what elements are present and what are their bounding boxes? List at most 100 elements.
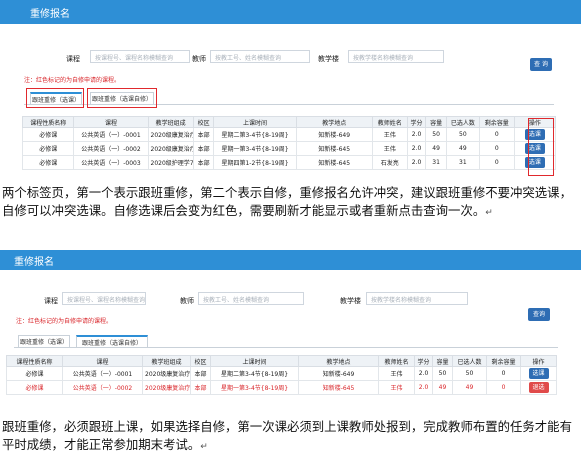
building-search-input[interactable]: 按教学楼名称模糊查询 (348, 50, 444, 63)
teacher-search-input[interactable]: 按教工号、姓名模糊查询 (198, 292, 304, 305)
table-cell: 公共英语（一）-0002 (73, 141, 149, 156)
column-header: 容量 (425, 116, 447, 128)
table-cell: 公共英语（一）-0002 (62, 380, 143, 395)
table-cell: 知新楼-645 (295, 155, 373, 170)
table-cell: 50 (445, 127, 480, 142)
course-label: 课程 (44, 297, 58, 305)
page-title: 重修报名 (30, 9, 70, 20)
teacher-label: 教师 (180, 297, 194, 305)
table-cell: 2020级康复治疗 (142, 366, 191, 381)
table-cell: 31 (425, 155, 447, 170)
table-cell: 2.0 (414, 366, 433, 381)
table-cell: 星期四第1-2节{8-19周} (213, 155, 297, 170)
table-row: 必修课 公共英语（一）-0002 2020级康复治疗 本部 星期一第3-4节{8… (21, 141, 557, 156)
action-cell: 选课 (520, 366, 557, 381)
column-header: 课程 (62, 355, 143, 367)
column-header: 剩余容量 (478, 116, 515, 128)
column-header: 教师姓名 (371, 116, 408, 128)
table-cell: 必修课 (6, 366, 63, 381)
tab-follow-class[interactable]: 跟班重修（选课） (18, 335, 70, 348)
column-header: 剩余容量 (486, 355, 521, 367)
return-mark-icon: ↵ (200, 442, 208, 452)
tab-follow-class-self-study[interactable]: 跟班重修（选课自修） (76, 335, 148, 348)
table-cell: 0 (478, 127, 515, 142)
table-cell: 必修课 (21, 141, 75, 156)
table-cell: 2.0 (406, 127, 427, 142)
return-mark-icon: ↵ (485, 208, 493, 218)
building-search-input[interactable]: 按教学楼名称模糊查询 (366, 292, 468, 305)
explanation-paragraph-2: 跟班重修，必须跟班上课，如果选择自修，第一次课必须到上课教师处报到，完成教师布置… (2, 418, 580, 456)
column-header: 已选人数 (445, 116, 480, 128)
title-bar: 重修报名 (0, 250, 581, 270)
table-cell: 知新楼-645 (298, 380, 379, 395)
table-cell: 49 (445, 141, 480, 156)
table-cell: 必修课 (21, 155, 75, 170)
action-cell: 退选 (520, 380, 557, 395)
table-cell: 必修课 (6, 380, 63, 395)
table-cell: 50 (425, 127, 447, 142)
table-cell: 星期二第3-4节{8-19周} (213, 127, 297, 142)
screenshot-1: 重修报名 课程 按课程号、课程名称模糊查询 教师 按教工号、姓名模糊查询 教学楼… (0, 0, 581, 180)
table-cell: 王伟 (378, 380, 415, 395)
table-cell: 31 (445, 155, 480, 170)
table-cell: 0 (486, 366, 521, 381)
select-course-button[interactable]: 选课 (528, 368, 549, 379)
table-cell: 50 (432, 366, 453, 381)
table-cell: 49 (425, 141, 447, 156)
highlight-action-column (528, 118, 554, 176)
course-search-input[interactable]: 按课程号、课程名称模糊查询 (90, 50, 190, 63)
table-cell: 50 (452, 366, 487, 381)
table-cell: 0 (478, 155, 515, 170)
table-cell: 王伟 (378, 366, 415, 381)
course-search-input[interactable]: 按课程号、课程名称模糊查询 (62, 292, 146, 305)
table-cell: 本部 (190, 366, 211, 381)
table-cell: 石发亮 (371, 155, 408, 170)
table-cell: 2.0 (406, 141, 427, 156)
table-cell: 公共英语（一）-0003 (73, 155, 149, 170)
column-header: 课程 (73, 116, 149, 128)
column-header: 容量 (432, 355, 453, 367)
red-note: 注：红色标记的为自修申请的课程。 (24, 77, 121, 84)
table-cell: 王伟 (371, 141, 408, 156)
table-cell: 2020级护理学7 (147, 155, 194, 170)
table-cell: 知新楼-649 (295, 127, 373, 142)
column-header: 上课时间 (210, 355, 299, 367)
column-header: 教学班组成 (147, 116, 194, 128)
teacher-label: 教师 (192, 55, 206, 63)
column-header: 教学班组成 (142, 355, 191, 367)
column-header: 学分 (414, 355, 433, 367)
column-header: 上课时间 (213, 116, 297, 128)
table-cell: 必修课 (21, 127, 75, 142)
table-cell: 49 (432, 380, 453, 395)
table-cell: 公共英语（一）-0001 (62, 366, 143, 381)
page-title: 重修报名 (14, 257, 54, 268)
table-row: 必修课 公共英语（一）-0001 2020级康复治疗 本部 星期二第3-4节{8… (6, 366, 557, 381)
table-row: 必修课 公共英语（一）-0001 2020级康复治疗 本部 星期二第3-4节{8… (21, 127, 557, 142)
drop-course-button[interactable]: 退选 (528, 382, 549, 393)
table-row-self-study: 必修课 公共英语（一）-0002 2020级康复治疗 本部 星期一第3-4节{8… (6, 380, 557, 395)
highlight-tab-2 (87, 88, 157, 108)
table-cell: 本部 (192, 127, 215, 142)
title-bar: 重修报名 (0, 0, 581, 24)
query-button[interactable]: 查询 (528, 308, 550, 321)
course-label: 课程 (66, 55, 80, 63)
table-cell: 2.0 (414, 380, 433, 395)
table-cell: 星期二第3-4节{8-19周} (210, 366, 299, 381)
table-row: 必修课 公共英语（一）-0003 2020级护理学7 本部 星期四第1-2节{8… (21, 155, 557, 170)
column-header: 校区 (192, 116, 215, 128)
query-button[interactable]: 查 询 (530, 58, 552, 71)
table-cell: 王伟 (371, 127, 408, 142)
table-cell: 49 (452, 380, 487, 395)
column-header: 学分 (406, 116, 427, 128)
column-header: 操作 (520, 355, 557, 367)
building-label: 教学楼 (340, 297, 361, 305)
table-cell: 本部 (192, 155, 215, 170)
table-cell: 知新楼-649 (298, 366, 379, 381)
table-cell: 2020级康复治疗 (142, 380, 191, 395)
column-header: 教学地点 (295, 116, 373, 128)
paragraph-2-text: 跟班重修，必须跟班上课，如果选择自修，第一次课必须到上课教师处报到，完成教师布置… (2, 419, 572, 452)
column-header: 课程性质名称 (6, 355, 63, 367)
explanation-paragraph-1: 两个标签页，第一个表示跟班重修，第二个表示自修，重修报名允许冲突，建议跟班重修不… (2, 184, 580, 222)
teacher-search-input[interactable]: 按教工号、姓名模糊查询 (210, 50, 310, 63)
table-cell: 2020级康复治疗 (147, 141, 194, 156)
